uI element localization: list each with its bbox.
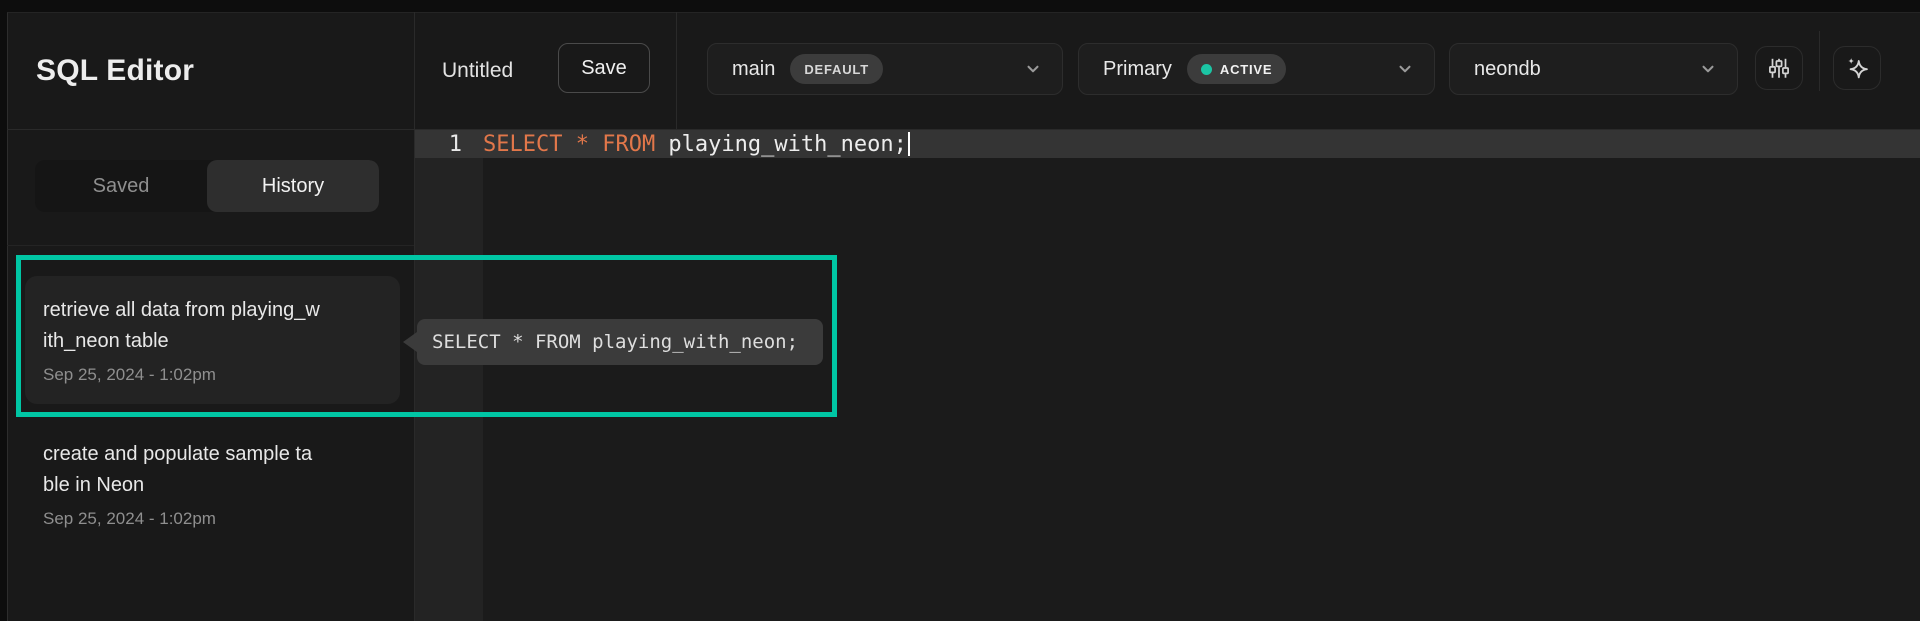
icon-group-divider bbox=[1819, 31, 1820, 91]
active-badge: ACTIVE bbox=[1187, 54, 1286, 84]
sql-preview-tooltip: SELECT * FROM playing_with_neon; bbox=[417, 319, 823, 365]
active-badge-label: ACTIVE bbox=[1220, 62, 1272, 77]
sql-editor-app: SQL Editor Untitled Save main DEFAULT Pr… bbox=[0, 0, 1920, 621]
compute-select[interactable]: Primary ACTIVE bbox=[1078, 43, 1435, 95]
database-select-value: neondb bbox=[1474, 58, 1541, 81]
text-cursor bbox=[908, 132, 910, 156]
header-divider bbox=[7, 129, 1920, 130]
branch-select-value: main bbox=[732, 58, 775, 81]
settings-sliders-button[interactable] bbox=[1755, 46, 1803, 90]
save-button[interactable]: Save bbox=[558, 43, 650, 93]
editor-gutter bbox=[415, 130, 483, 621]
history-item[interactable]: create and populate sample ta ble in Neo… bbox=[43, 439, 403, 529]
branch-select[interactable]: main DEFAULT bbox=[707, 43, 1063, 95]
default-badge: DEFAULT bbox=[790, 54, 883, 84]
tab-saved[interactable]: Saved bbox=[35, 160, 207, 212]
query-title: Untitled bbox=[442, 12, 513, 129]
sql-code: playing_with_neon; bbox=[655, 132, 907, 157]
history-item-title: retrieve all data from playing_w bbox=[43, 295, 382, 326]
history-item-timestamp: Sep 25, 2024 - 1:02pm bbox=[43, 509, 403, 529]
history-item-selected[interactable]: retrieve all data from playing_w ith_neo… bbox=[25, 276, 400, 404]
page-title: SQL Editor bbox=[36, 12, 194, 129]
sliders-icon bbox=[1766, 55, 1792, 81]
sidebar-divider bbox=[414, 12, 415, 621]
database-select[interactable]: neondb bbox=[1449, 43, 1738, 95]
sidebar-tabs: Saved History bbox=[35, 160, 379, 212]
chevron-down-icon bbox=[1396, 60, 1414, 78]
ai-assist-button[interactable] bbox=[1833, 46, 1881, 90]
line-number: 1 bbox=[415, 132, 483, 157]
history-item-timestamp: Sep 25, 2024 - 1:02pm bbox=[43, 365, 382, 385]
history-item-title: ble in Neon bbox=[43, 470, 403, 501]
compute-select-value: Primary bbox=[1103, 58, 1172, 81]
editor-active-line[interactable]: 1SELECT * FROM playing_with_neon; bbox=[415, 130, 1920, 158]
history-item-title: ith_neon table bbox=[43, 326, 382, 357]
history-item-title: create and populate sample ta bbox=[43, 439, 403, 470]
status-dot-icon bbox=[1201, 64, 1212, 75]
header-section-divider bbox=[676, 12, 677, 129]
chevron-down-icon bbox=[1024, 60, 1042, 78]
sidebar-section-divider bbox=[7, 245, 414, 246]
chevron-down-icon bbox=[1699, 60, 1717, 78]
tab-history[interactable]: History bbox=[207, 160, 379, 212]
code-editor[interactable] bbox=[415, 130, 1920, 621]
tooltip-arrow-icon bbox=[403, 332, 417, 352]
sql-keyword: SELECT * FROM bbox=[483, 132, 655, 157]
sparkle-icon bbox=[1843, 54, 1871, 82]
